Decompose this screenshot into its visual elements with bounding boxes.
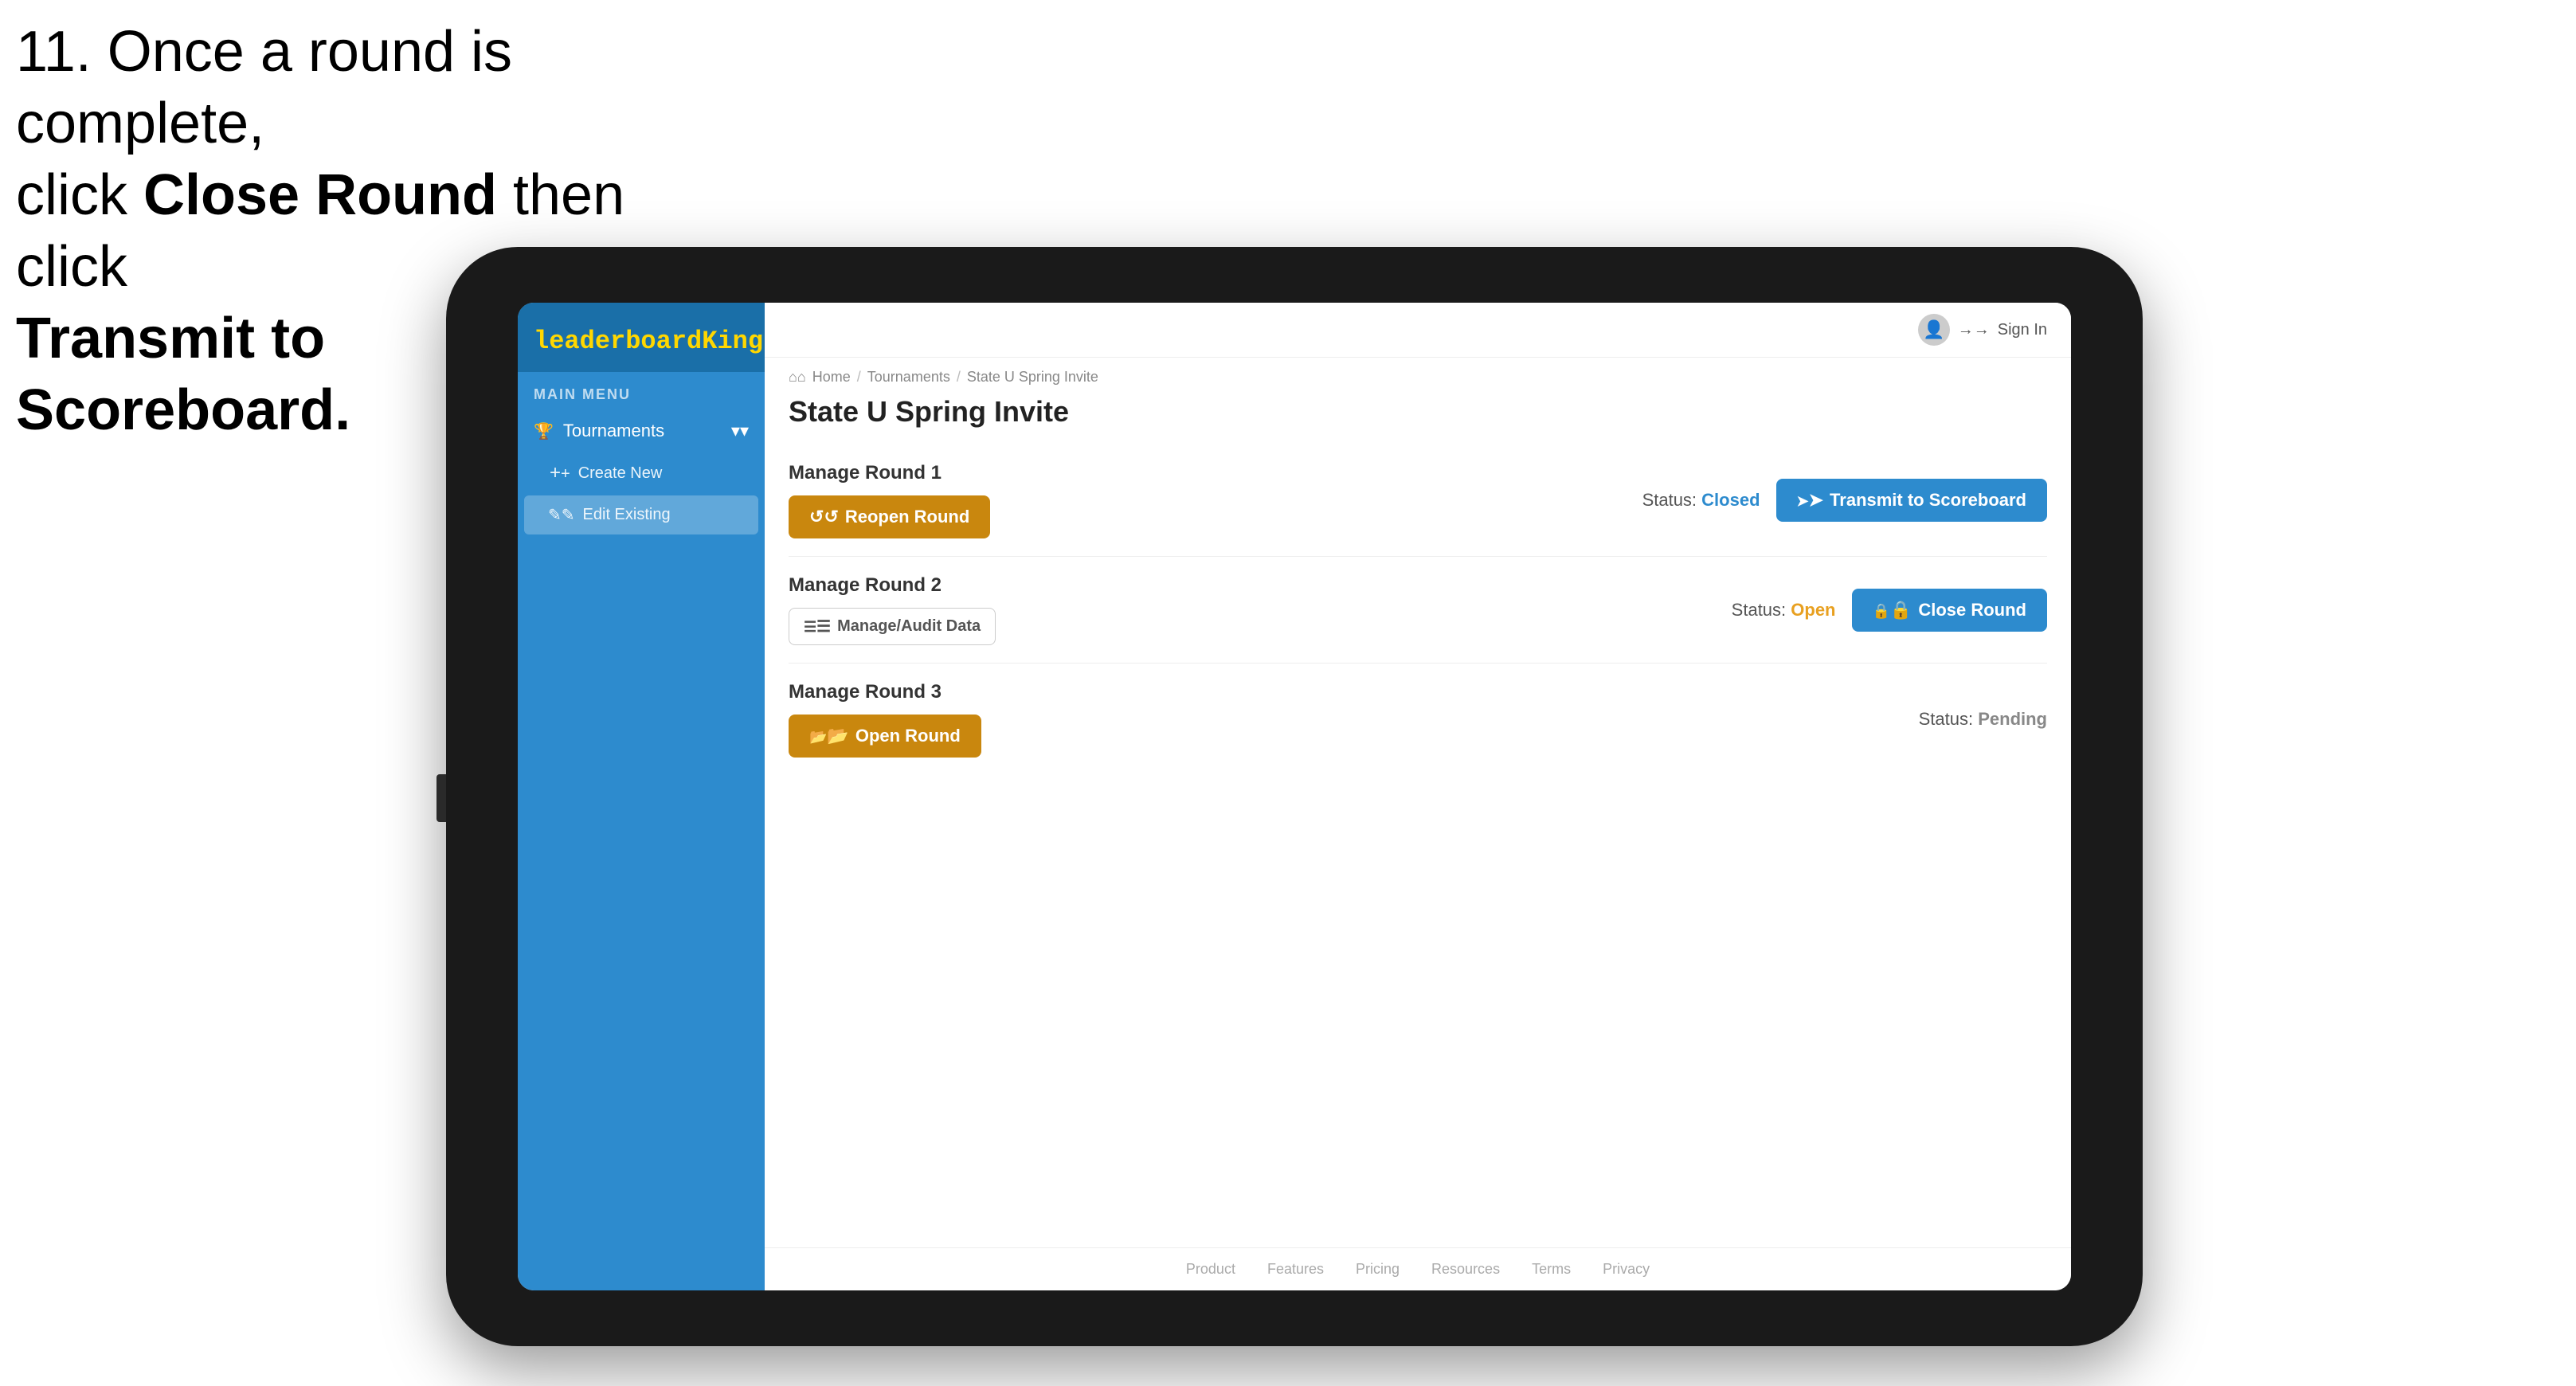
transmit-scoreboard-button[interactable]: ➤ Transmit to Scoreboard	[1776, 479, 2047, 522]
breadcrumb-current: State U Spring Invite	[967, 369, 1098, 386]
instruction-line2: click	[16, 163, 143, 227]
signin-arrow-icon: →	[1958, 321, 1990, 339]
round-3-actions: Status: Pending	[1919, 709, 2047, 730]
reopen-round-label: Reopen Round	[845, 507, 969, 527]
breadcrumb-sep2: /	[957, 369, 961, 386]
sidebar: leaderboardKing MAIN MENU 🏆 Tournaments …	[518, 303, 765, 1290]
logo: leaderboardKing	[534, 325, 749, 356]
footer-pricing[interactable]: Pricing	[1356, 1261, 1400, 1278]
breadcrumb-home[interactable]: Home	[812, 369, 851, 386]
round-1-left: Manage Round 1 ↺ Reopen Round	[789, 462, 990, 538]
sidebar-create-new[interactable]: + Create New	[518, 452, 765, 494]
open-round-button[interactable]: 📂 Open Round	[789, 715, 981, 758]
round-2-status: Status: Open	[1732, 600, 1836, 621]
transmit-scoreboard-label: Transmit to Scoreboard	[1830, 490, 2026, 511]
sidebar-tournaments-label: Tournaments	[563, 421, 664, 441]
transmit-icon: ➤	[1797, 490, 1824, 511]
manage-audit-label: Manage/Audit Data	[837, 617, 981, 636]
sidebar-create-new-label: Create New	[578, 464, 663, 483]
round-3-status-value: Pending	[1978, 709, 2047, 729]
content-area: Manage Round 1 ↺ Reopen Round Status: Cl…	[765, 444, 2071, 1247]
logo-king: King	[702, 327, 763, 356]
chevron-icon: ▾	[731, 421, 749, 441]
home-icon: ⌂	[789, 369, 806, 386]
instruction-bold1: Close Round	[143, 163, 497, 227]
close-round-label: Close Round	[1918, 600, 2026, 621]
edit-icon: ✎	[548, 505, 575, 525]
open-round-icon: 📂	[809, 726, 849, 746]
avatar-icon: 👤	[1918, 314, 1950, 346]
main-content: 👤 → Sign In ⌂ Home / Tournaments / State…	[765, 303, 2071, 1290]
close-round-button[interactable]: 🔒 Close Round	[1852, 589, 2048, 632]
instruction-bold2: Transmit to Scoreboard.	[16, 307, 350, 442]
sign-in-label: Sign In	[1998, 321, 2047, 339]
round-3-block: Manage Round 3 📂 Open Round Status: Pend…	[789, 664, 2047, 775]
sidebar-item-tournaments[interactable]: 🏆 Tournaments ▾	[518, 409, 765, 452]
round-1-status: Status: Closed	[1642, 490, 1760, 511]
round-2-actions: Status: Open 🔒 Close Round	[1732, 589, 2047, 632]
round-3-label: Manage Round 3	[789, 681, 981, 703]
round-1-actions: Status: Closed ➤ Transmit to Scoreboard	[1642, 479, 2047, 522]
round-2-left: Manage Round 2 ☰ Manage/Audit Data	[789, 574, 996, 645]
breadcrumb-sep1: /	[857, 369, 861, 386]
trophy-icon: 🏆	[534, 421, 554, 441]
footer-privacy[interactable]: Privacy	[1603, 1261, 1650, 1278]
round-1-label: Manage Round 1	[789, 462, 990, 484]
footer: Product Features Pricing Resources Terms…	[765, 1247, 2071, 1290]
main-menu-label: MAIN MENU	[518, 372, 765, 409]
round-3-left: Manage Round 3 📂 Open Round	[789, 681, 981, 758]
tablet-side-button	[437, 774, 446, 822]
sign-in-area[interactable]: 👤 → Sign In	[1918, 314, 2047, 346]
tablet-screen: leaderboardKing MAIN MENU 🏆 Tournaments …	[518, 303, 2071, 1290]
round-2-block: Manage Round 2 ☰ Manage/Audit Data Statu…	[789, 557, 2047, 664]
close-round-icon: 🔒	[1873, 600, 1912, 621]
sidebar-edit-existing[interactable]: ✎ Edit Existing	[524, 495, 758, 534]
open-round-label: Open Round	[855, 726, 961, 746]
audit-icon: ☰	[804, 617, 831, 636]
round-3-status: Status: Pending	[1919, 709, 2047, 730]
refresh-icon: ↺	[809, 507, 839, 527]
manage-audit-button[interactable]: ☰ Manage/Audit Data	[789, 608, 996, 645]
reopen-round-button[interactable]: ↺ Reopen Round	[789, 495, 990, 538]
page-title: State U Spring Invite	[765, 390, 2071, 444]
app-layout: leaderboardKing MAIN MENU 🏆 Tournaments …	[518, 303, 2071, 1290]
breadcrumb: ⌂ Home / Tournaments / State U Spring In…	[765, 358, 2071, 390]
instruction-line1: 11. Once a round is complete,	[16, 20, 512, 155]
round-2-status-value: Open	[1791, 600, 1835, 620]
sidebar-tournaments-left: 🏆 Tournaments	[534, 421, 664, 441]
footer-features[interactable]: Features	[1267, 1261, 1324, 1278]
tablet-shell: leaderboardKing MAIN MENU 🏆 Tournaments …	[446, 247, 2143, 1346]
logo-leaderboard: leaderboard	[534, 327, 702, 356]
footer-terms[interactable]: Terms	[1532, 1261, 1571, 1278]
sidebar-logo: leaderboardKing	[518, 303, 765, 372]
round-1-block: Manage Round 1 ↺ Reopen Round Status: Cl…	[789, 444, 2047, 557]
footer-resources[interactable]: Resources	[1431, 1261, 1500, 1278]
round-1-status-value: Closed	[1701, 490, 1760, 510]
plus-icon: +	[550, 462, 570, 484]
breadcrumb-tournaments[interactable]: Tournaments	[867, 369, 950, 386]
sidebar-edit-existing-label: Edit Existing	[583, 506, 671, 524]
footer-product[interactable]: Product	[1186, 1261, 1235, 1278]
top-bar: 👤 → Sign In	[765, 303, 2071, 358]
round-2-label: Manage Round 2	[789, 574, 996, 597]
